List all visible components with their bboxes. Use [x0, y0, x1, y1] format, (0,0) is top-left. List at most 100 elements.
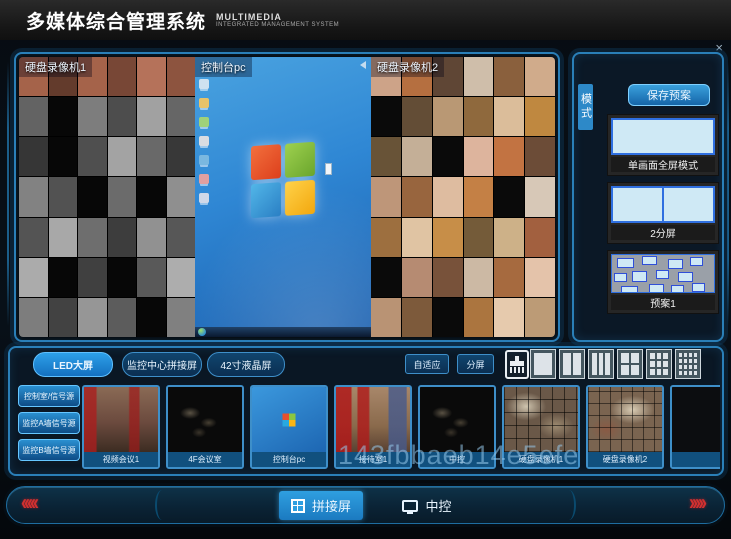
preset-label: 单画面全屏模式 [611, 157, 715, 172]
camera-cell [402, 137, 432, 176]
layout-buttons [530, 349, 701, 379]
camera-cell [137, 177, 166, 216]
camera-cell [49, 137, 78, 176]
group-control-room-sources[interactable]: 控制室/信号源 [18, 385, 80, 407]
camera-cell [19, 218, 48, 257]
wall-panel-console-pc[interactable]: 控制台pc [195, 57, 371, 337]
source-thumb-console-pc[interactable]: 控制台pc [250, 385, 328, 469]
camera-cell [494, 97, 524, 136]
source-panel: LED大屏 监控中心拼接屏 42寸液晶屏 自适应 分屏 控制室/信号源 监控A墙… [8, 346, 724, 476]
tab-42inch-lcd[interactable]: 42寸液晶屏 [207, 352, 285, 377]
camera-cell [137, 57, 166, 96]
tab-led-screen[interactable]: LED大屏 [33, 352, 113, 377]
camera-cell [108, 298, 137, 337]
preset-scheme-1[interactable]: 预案1 [607, 250, 719, 314]
camera-cell [371, 258, 401, 297]
desktop-icon [199, 79, 209, 89]
wall-panel-dvr1[interactable]: 硬盘录像机1 [19, 57, 195, 337]
camera-cell [167, 258, 196, 297]
frame-decor-left [7, 62, 9, 326]
camera-cell [525, 137, 555, 176]
split-button[interactable]: 分屏 [457, 354, 494, 374]
layout-4-button[interactable] [617, 349, 643, 379]
camera-cell [433, 137, 463, 176]
camera-cell [19, 137, 48, 176]
wall-panel-label: 控制台pc [195, 57, 252, 77]
wall-panel-label: 硬盘录像机2 [371, 57, 444, 77]
thumb-image [672, 387, 720, 452]
source-thumb-central-control[interactable]: 中控 [418, 385, 496, 469]
clear-screen-button[interactable] [505, 350, 529, 379]
camera-cell [371, 298, 401, 337]
layout-9-button[interactable] [646, 349, 672, 379]
thumb-image [336, 387, 410, 452]
camera-cell [525, 258, 555, 297]
thumb-image [588, 387, 662, 452]
app-subtitle-en2: INTEGRATED MANAGEMENT SYSTEM [216, 22, 339, 28]
group-wall-b-sources[interactable]: 监控B墙信号源 [18, 439, 80, 461]
app-subtitle-en: MULTIMEDIA [216, 12, 339, 22]
layout-3-button[interactable] [588, 349, 614, 379]
camera-cell [464, 218, 494, 257]
thumb-label: 控制台pc [252, 452, 326, 467]
source-thumb-meeting-room[interactable]: 4F会议室 [166, 385, 244, 469]
tab-monitor-center-wall[interactable]: 监控中心拼接屏 [122, 352, 202, 377]
thumb-image [504, 387, 578, 452]
windows-taskbar [195, 327, 371, 337]
desktop-icon [199, 136, 209, 146]
camera-cell [78, 218, 107, 257]
camera-cell [525, 177, 555, 216]
preset-single-fullscreen[interactable]: 单画面全屏模式 [607, 114, 719, 176]
camera-cell [167, 177, 196, 216]
camera-cell [402, 218, 432, 257]
nav-tab-splicing-screen[interactable]: 拼接屏 [279, 491, 363, 520]
camera-cell [464, 177, 494, 216]
source-thumb-dvr2[interactable]: 硬盘录像机2 [586, 385, 664, 469]
nav-tab-central-control[interactable]: 中控 [379, 491, 475, 520]
source-thumb-dvr1[interactable]: 硬盘录像机1 [502, 385, 580, 469]
camera-cell [108, 137, 137, 176]
camera-cell [371, 218, 401, 257]
app-subtitle: MULTIMEDIA INTEGRATED MANAGEMENT SYSTEM [216, 12, 339, 28]
camera-cell [464, 137, 494, 176]
group-wall-a-sources[interactable]: 监控A墙信号源 [18, 412, 80, 434]
camera-cell [494, 177, 524, 216]
desktop-shortcut [325, 163, 332, 175]
brush-icon [510, 356, 524, 373]
preset-two-split[interactable]: 2分屏 [607, 182, 719, 244]
save-preset-button[interactable]: 保存预案 [628, 84, 710, 106]
layout-2-button[interactable] [559, 349, 585, 379]
source-thumb-extra[interactable] [670, 385, 720, 469]
camera-cell [19, 97, 48, 136]
desktop-icon [199, 155, 209, 165]
thumb-image [420, 387, 494, 452]
camera-cell [464, 97, 494, 136]
thumb-label: 4F会议室 [168, 452, 242, 467]
camera-cell [78, 298, 107, 337]
video-wall: 硬盘录像机1 控制台pc 硬盘录像机2 [19, 57, 555, 337]
speaker-icon [360, 61, 366, 69]
source-thumb-video-conf[interactable]: 视频会议1 [82, 385, 160, 469]
camera-cell [402, 298, 432, 337]
camera-cell [494, 57, 524, 96]
camera-cell [19, 298, 48, 337]
camera-cell [371, 177, 401, 216]
fit-button[interactable]: 自适应 [405, 354, 449, 374]
camera-cell [108, 218, 137, 257]
camera-cell [167, 57, 196, 96]
camera-cell [494, 298, 524, 337]
layout-16-button[interactable] [675, 349, 701, 379]
camera-cell [137, 298, 166, 337]
camera-cell [402, 258, 432, 297]
video-wall-frame: 硬盘录像机1 控制台pc 硬盘录像机2 [14, 52, 560, 342]
source-thumbnails: 视频会议1 4F会议室 控制台pc 接待室1 中控 硬盘录像机1 [82, 385, 720, 469]
desktop-icon [199, 174, 209, 184]
layout-1-button[interactable] [530, 349, 556, 379]
camera-cell [525, 218, 555, 257]
mode-tab[interactable]: 模式 [578, 84, 593, 130]
wall-panel-dvr2[interactable]: 硬盘录像机2 [371, 57, 555, 337]
source-thumb-reception[interactable]: 接待室1 [334, 385, 412, 469]
camera-cell [19, 258, 48, 297]
preset-preview-scatter [611, 254, 715, 293]
camera-cell [371, 97, 401, 136]
